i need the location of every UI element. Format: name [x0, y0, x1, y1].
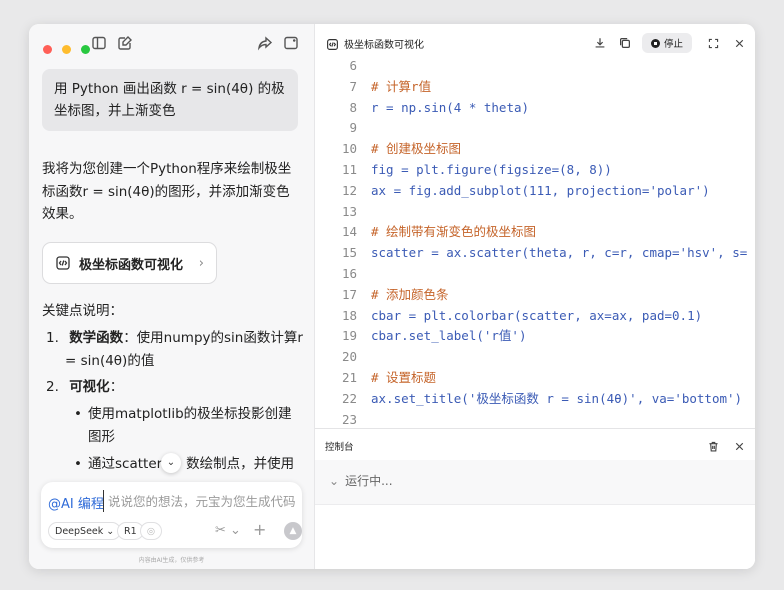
- line-number: 23: [341, 411, 357, 425]
- chat-pane: 用 Python 画出函数 r = sin(4θ) 的极坐标图，并上渐变色 我将…: [29, 24, 314, 569]
- line-number: 13: [341, 203, 357, 219]
- console-status-text: 运行中...: [345, 474, 393, 488]
- line-number: 21: [341, 370, 357, 385]
- code-file-icon: [55, 255, 71, 271]
- stop-icon: [650, 38, 660, 48]
- line-number: 19: [341, 328, 357, 344]
- line-number: 14: [341, 224, 357, 240]
- sidebar-toggle-icon[interactable]: [91, 35, 109, 53]
- model-selector-label: DeepSeek: [55, 526, 104, 537]
- open-panel-icon[interactable]: [283, 35, 301, 53]
- send-button[interactable]: ▲: [284, 522, 302, 540]
- bullet-text-end: 数绘制点，并使用: [186, 456, 295, 472]
- chevron-right-icon: ›: [198, 255, 204, 271]
- line-number: 17: [341, 286, 357, 302]
- minimize-window-button[interactable]: [62, 45, 72, 54]
- console-output-row[interactable]: ⌄ 运行中...: [315, 460, 755, 505]
- line-number: 20: [341, 349, 357, 365]
- scissors-icon[interactable]: ✂ ⌄: [215, 523, 241, 538]
- line-number: 7: [349, 78, 357, 94]
- line-number: 15: [341, 245, 357, 261]
- model-selector[interactable]: DeepSeek ⌄: [48, 522, 122, 540]
- list-item-text: ：使用numpy的sin函数计算r: [123, 330, 303, 346]
- download-icon[interactable]: [593, 35, 609, 51]
- code-editor[interactable]: 6 7 # 计算r值 8 r = np.sin(4 * theta) 9 10 # 创建极坐标…: [315, 55, 755, 425]
- bullet-text-start: 通过scatter: [88, 456, 163, 472]
- window-controls: [43, 39, 95, 58]
- trash-icon[interactable]: [707, 438, 723, 454]
- list-number: 1.: [46, 330, 59, 346]
- artifact-card-title: 极坐标函数可视化: [79, 257, 184, 273]
- list-item-bold: 可视化: [69, 379, 110, 395]
- send-arrow-icon: ▲: [289, 526, 297, 536]
- line-number: 18: [341, 307, 357, 323]
- list-item-bold: 数学函数: [69, 330, 124, 346]
- console-status: ⌄ 运行中...: [329, 472, 393, 489]
- bullet-item: 使用matplotlib的极坐标投影创建: [88, 406, 292, 422]
- chevron-down-icon: ⌄: [329, 474, 340, 488]
- list-item: 1. 数学函数：使用numpy的sin函数计算r: [46, 327, 303, 350]
- close-window-button[interactable]: [43, 45, 52, 54]
- app-window: 用 Python 画出函数 r = sin(4θ) 的极坐标图，并上渐变色 我将…: [29, 24, 755, 569]
- bullet-item-continuation: 图形: [88, 429, 115, 445]
- code-comment: # 绘制带有渐变色的极坐标图: [371, 224, 537, 240]
- line-number: 16: [341, 266, 357, 281]
- list-item: 2. 可视化：: [46, 376, 123, 399]
- chevron-down-icon: ⌄: [106, 526, 115, 537]
- code-text: scatter = ax.scatter(theta, r, c=r, cmap…: [371, 245, 748, 261]
- add-icon[interactable]: +: [253, 520, 266, 539]
- code-text: ax.set_title('极坐标函数 r = sin(4θ)', va='bo…: [371, 390, 743, 406]
- bullet-item: 通过scatter 数绘制点，并使用: [88, 453, 294, 476]
- code-text: ax = fig.add_subplot(111, projection='po…: [371, 182, 710, 198]
- composer: @AI 编程 DeepSeek ⌄ R1 ◎ ✂ ⌄ + ▲: [41, 482, 304, 548]
- user-message: 用 Python 画出函数 r = sin(4θ) 的极坐标图，并上渐变色: [42, 69, 298, 131]
- artifact-card[interactable]: 极坐标函数可视化 ›: [42, 242, 217, 284]
- line-number: 10: [341, 141, 357, 157]
- code-file-icon: [326, 36, 339, 50]
- stop-button[interactable]: 停止: [642, 33, 692, 53]
- maximize-window-button[interactable]: [81, 45, 91, 54]
- ai-disclaimer: 内容由AI生成，仅供参考: [138, 557, 205, 564]
- line-number: 11: [341, 162, 357, 177]
- code-panel-title: 极坐标函数可视化: [344, 40, 424, 51]
- bullet-dot: •: [74, 406, 82, 422]
- code-comment: # 创建极坐标图: [371, 141, 462, 157]
- code-text: fig = plt.figure(figsize=(8, 8)): [371, 162, 612, 177]
- line-number: 12: [341, 182, 357, 198]
- new-chat-icon[interactable]: [117, 35, 135, 53]
- console-panel: 控制台 ⌄ 运行中...: [315, 428, 755, 569]
- fullscreen-icon[interactable]: [707, 35, 723, 51]
- list-number: 2.: [46, 379, 59, 395]
- list-item-continuation: = sin(4θ)的值: [65, 353, 155, 369]
- copy-icon[interactable]: [618, 35, 634, 51]
- code-comment: # 设置标题: [371, 370, 437, 385]
- chevron-down-icon: ⌄: [166, 457, 176, 468]
- list-item-text: ：: [109, 379, 124, 395]
- close-console-icon[interactable]: [733, 438, 749, 454]
- code-panel: 极坐标函数可视化 停止 6 7 # 计算r值 8 r = np.sin(4 * thet…: [314, 24, 755, 569]
- assistant-answer-intro: 我将为您创建一个Python程序来绘制极坐标函数r = sin(4θ)的图形，并…: [42, 161, 292, 222]
- code-comment: # 添加颜色条: [371, 286, 449, 302]
- line-number: 9: [349, 120, 357, 136]
- code-text: cbar.set_label('r值'): [371, 328, 527, 344]
- prompt-input[interactable]: [103, 490, 304, 512]
- code-text: r = np.sin(4 * theta): [371, 99, 530, 115]
- close-icon[interactable]: [733, 35, 749, 51]
- keypoints-heading: 关键点说明：: [42, 303, 123, 319]
- code-comment: # 计算r值: [371, 78, 432, 94]
- code-text: cbar = plt.colorbar(scatter, ax=ax, pad=…: [371, 307, 703, 323]
- line-number: 8: [349, 99, 357, 115]
- line-number: 22: [341, 390, 357, 406]
- console-title: 控制台: [325, 442, 354, 453]
- share-icon[interactable]: [257, 35, 275, 53]
- ai-coding-mention[interactable]: @AI 编程: [48, 493, 104, 512]
- bullet-dot: •: [74, 456, 82, 472]
- stop-button-label: 停止: [663, 39, 683, 50]
- web-search-icon[interactable]: ◎: [140, 522, 162, 540]
- line-number: 6: [349, 58, 357, 73]
- scroll-down-button[interactable]: ⌄: [161, 453, 181, 473]
